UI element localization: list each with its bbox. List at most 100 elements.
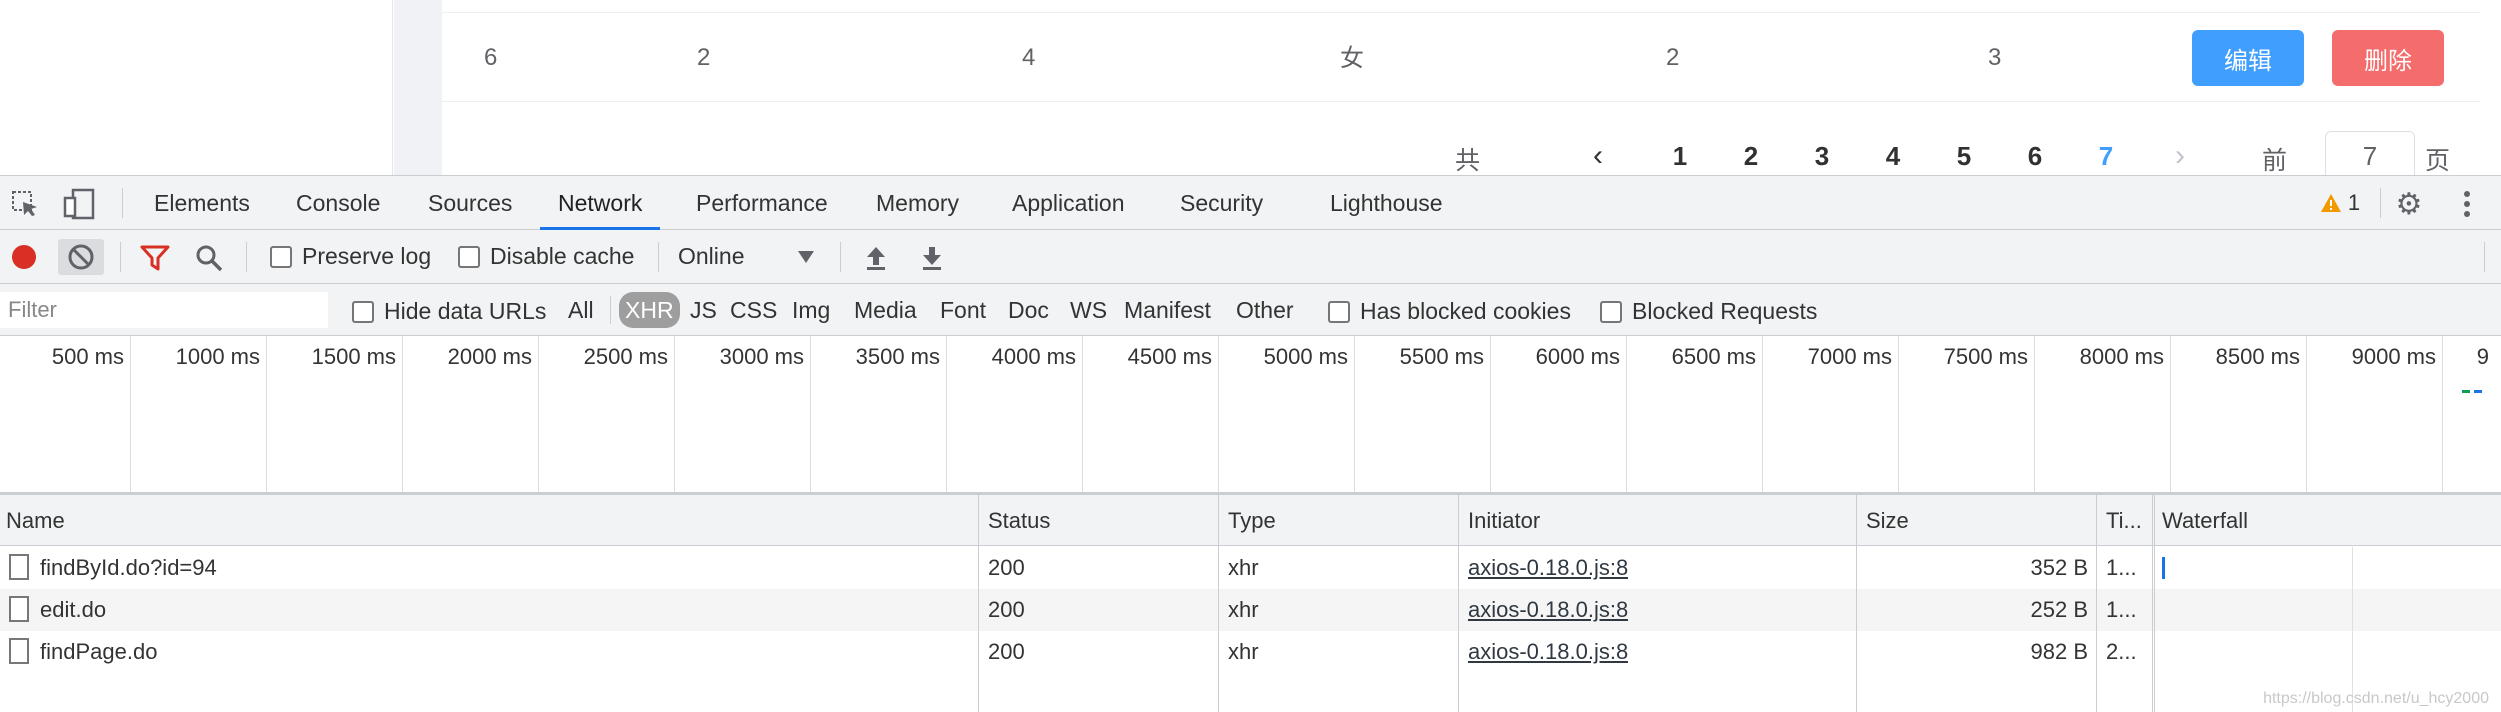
pagination-goto-label: 前往: [2262, 146, 2288, 175]
network-overview-timeline[interactable]: 500 ms 1000 ms 1500 ms 2000 ms 2500 ms 3…: [0, 336, 2501, 495]
filter-type-xhr[interactable]: XHR: [619, 292, 680, 328]
tab-performance[interactable]: Performance: [696, 176, 828, 230]
column-divider[interactable]: [978, 495, 979, 712]
preserve-log-checkbox[interactable]: Preserve log: [270, 243, 431, 270]
table-row[interactable]: findPage.do 200 xhr axios-0.18.0.js:8 98…: [0, 631, 2501, 673]
filter-funnel-icon[interactable]: [138, 242, 172, 274]
filter-type-doc[interactable]: Doc: [1002, 292, 1055, 328]
tab-elements[interactable]: Elements: [154, 176, 250, 230]
throttling-value: Online: [678, 243, 745, 269]
filter-type-manifest[interactable]: Manifest: [1118, 292, 1217, 328]
warning-count: 1: [2347, 190, 2361, 215]
record-icon[interactable]: [10, 243, 38, 271]
document-icon: [9, 554, 29, 580]
clear-log-icon[interactable]: [58, 239, 104, 275]
checkbox-box[interactable]: [458, 245, 480, 268]
devtools-panel: Elements Console Sources Network Perform…: [0, 175, 2501, 712]
column-header-name[interactable]: Name: [0, 495, 65, 546]
column-header-time[interactable]: Ti...: [2100, 495, 2142, 546]
hide-data-urls-checkbox[interactable]: Hide data URLs: [352, 298, 546, 325]
search-icon[interactable]: [192, 242, 226, 274]
table-row[interactable]: findById.do?id=94 200 xhr axios-0.18.0.j…: [0, 547, 2501, 589]
checkbox-box[interactable]: [1600, 300, 1622, 323]
tab-lighthouse[interactable]: Lighthouse: [1330, 176, 1443, 230]
column-divider[interactable]: [1856, 495, 1857, 712]
pagination-page-6[interactable]: 6: [2010, 141, 2060, 172]
toolbar-divider: [2484, 242, 2485, 272]
inspect-element-icon[interactable]: [10, 189, 40, 219]
filter-type-js[interactable]: JS: [684, 292, 723, 328]
request-name[interactable]: edit.do: [40, 589, 106, 631]
tab-network[interactable]: Network: [540, 176, 661, 230]
tab-security[interactable]: Security: [1180, 176, 1263, 230]
pagination-next-icon[interactable]: ›: [2175, 139, 2185, 173]
warning-icon: [2320, 194, 2341, 212]
checkbox-box[interactable]: [1328, 300, 1350, 323]
more-options-icon[interactable]: [2450, 187, 2484, 221]
overview-tick: 7500 ms: [1943, 344, 2028, 369]
requests-table-header: Name Status Type Initiator Size Ti... Wa…: [0, 495, 2501, 546]
column-header-initiator[interactable]: Initiator: [1462, 495, 1540, 546]
has-blocked-cookies-checkbox[interactable]: Has blocked cookies: [1328, 298, 1571, 325]
delete-button[interactable]: 删除: [2332, 30, 2444, 86]
request-initiator-link[interactable]: axios-0.18.0.js:8: [1468, 547, 1628, 589]
checkbox-box[interactable]: [270, 245, 292, 268]
filter-type-css[interactable]: CSS: [724, 292, 783, 328]
column-header-size[interactable]: Size: [1860, 495, 1909, 546]
filter-type-ws[interactable]: WS: [1064, 292, 1113, 328]
overview-tick: 2500 ms: [583, 344, 668, 369]
pagination-page-7-current[interactable]: 7: [2081, 141, 2131, 172]
tab-console[interactable]: Console: [296, 176, 380, 230]
request-initiator-link[interactable]: axios-0.18.0.js:8: [1468, 631, 1628, 673]
overview-request-mark: [2474, 390, 2482, 393]
filter-type-all[interactable]: All: [562, 292, 600, 328]
overview-tick: 8500 ms: [2215, 344, 2300, 369]
pagination-goto-input[interactable]: [2325, 131, 2415, 175]
warnings-badge[interactable]: 1: [2308, 190, 2372, 216]
table-cell-gender: 女: [1340, 44, 1364, 72]
device-toolbar-icon[interactable]: [62, 188, 96, 220]
request-name[interactable]: findPage.do: [40, 631, 157, 673]
tab-sources[interactable]: Sources: [428, 176, 512, 230]
dropdown-arrow-icon: [798, 251, 814, 263]
filterbar-divider: [610, 296, 611, 324]
pagination-total: 共 66 条: [1455, 146, 1481, 175]
tab-memory[interactable]: Memory: [876, 176, 959, 230]
disable-cache-checkbox[interactable]: Disable cache: [458, 243, 634, 270]
pagination-page-5[interactable]: 5: [1939, 141, 1989, 172]
request-time: 1...: [2106, 597, 2137, 622]
column-header-waterfall[interactable]: Waterfall: [2156, 495, 2248, 546]
pagination-page-3[interactable]: 3: [1797, 141, 1847, 172]
column-header-type[interactable]: Type: [1222, 495, 1276, 546]
filter-type-font[interactable]: Font: [934, 292, 992, 328]
blocked-requests-checkbox[interactable]: Blocked Requests: [1600, 298, 1817, 325]
overview-tick: 2000 ms: [447, 344, 532, 369]
request-initiator-link[interactable]: axios-0.18.0.js:8: [1468, 589, 1628, 631]
settings-gear-icon[interactable]: ⚙: [2392, 187, 2426, 221]
column-divider[interactable]: [2152, 495, 2153, 712]
filter-input[interactable]: [0, 292, 328, 328]
pagination-page-2[interactable]: 2: [1726, 141, 1776, 172]
request-type: xhr: [1228, 597, 1259, 622]
pagination-page-4[interactable]: 4: [1868, 141, 1918, 172]
throttling-select[interactable]: Online: [678, 243, 828, 270]
edit-button[interactable]: 编辑: [2192, 30, 2304, 86]
request-time: 2...: [2106, 639, 2137, 664]
pagination-prev-icon[interactable]: ‹: [1593, 139, 1603, 173]
table-cell: 2: [1666, 44, 1680, 71]
table-row[interactable]: edit.do 200 xhr axios-0.18.0.js:8 252 B …: [0, 589, 2501, 631]
checkbox-box[interactable]: [352, 300, 374, 323]
pagination-page-1[interactable]: 1: [1655, 141, 1705, 172]
request-name[interactable]: findById.do?id=94: [40, 547, 217, 589]
column-divider[interactable]: [2096, 495, 2097, 712]
column-header-status[interactable]: Status: [982, 495, 1050, 546]
column-divider[interactable]: [1458, 495, 1459, 712]
watermark: https://blog.csdn.net/u_hcy2000: [2263, 690, 2489, 707]
import-har-icon[interactable]: [860, 242, 892, 274]
filter-type-img[interactable]: Img: [786, 292, 836, 328]
column-divider[interactable]: [1218, 495, 1219, 712]
tab-application[interactable]: Application: [1012, 176, 1125, 230]
filter-type-media[interactable]: Media: [848, 292, 923, 328]
export-har-icon[interactable]: [916, 242, 948, 274]
filter-type-other[interactable]: Other: [1230, 292, 1300, 328]
